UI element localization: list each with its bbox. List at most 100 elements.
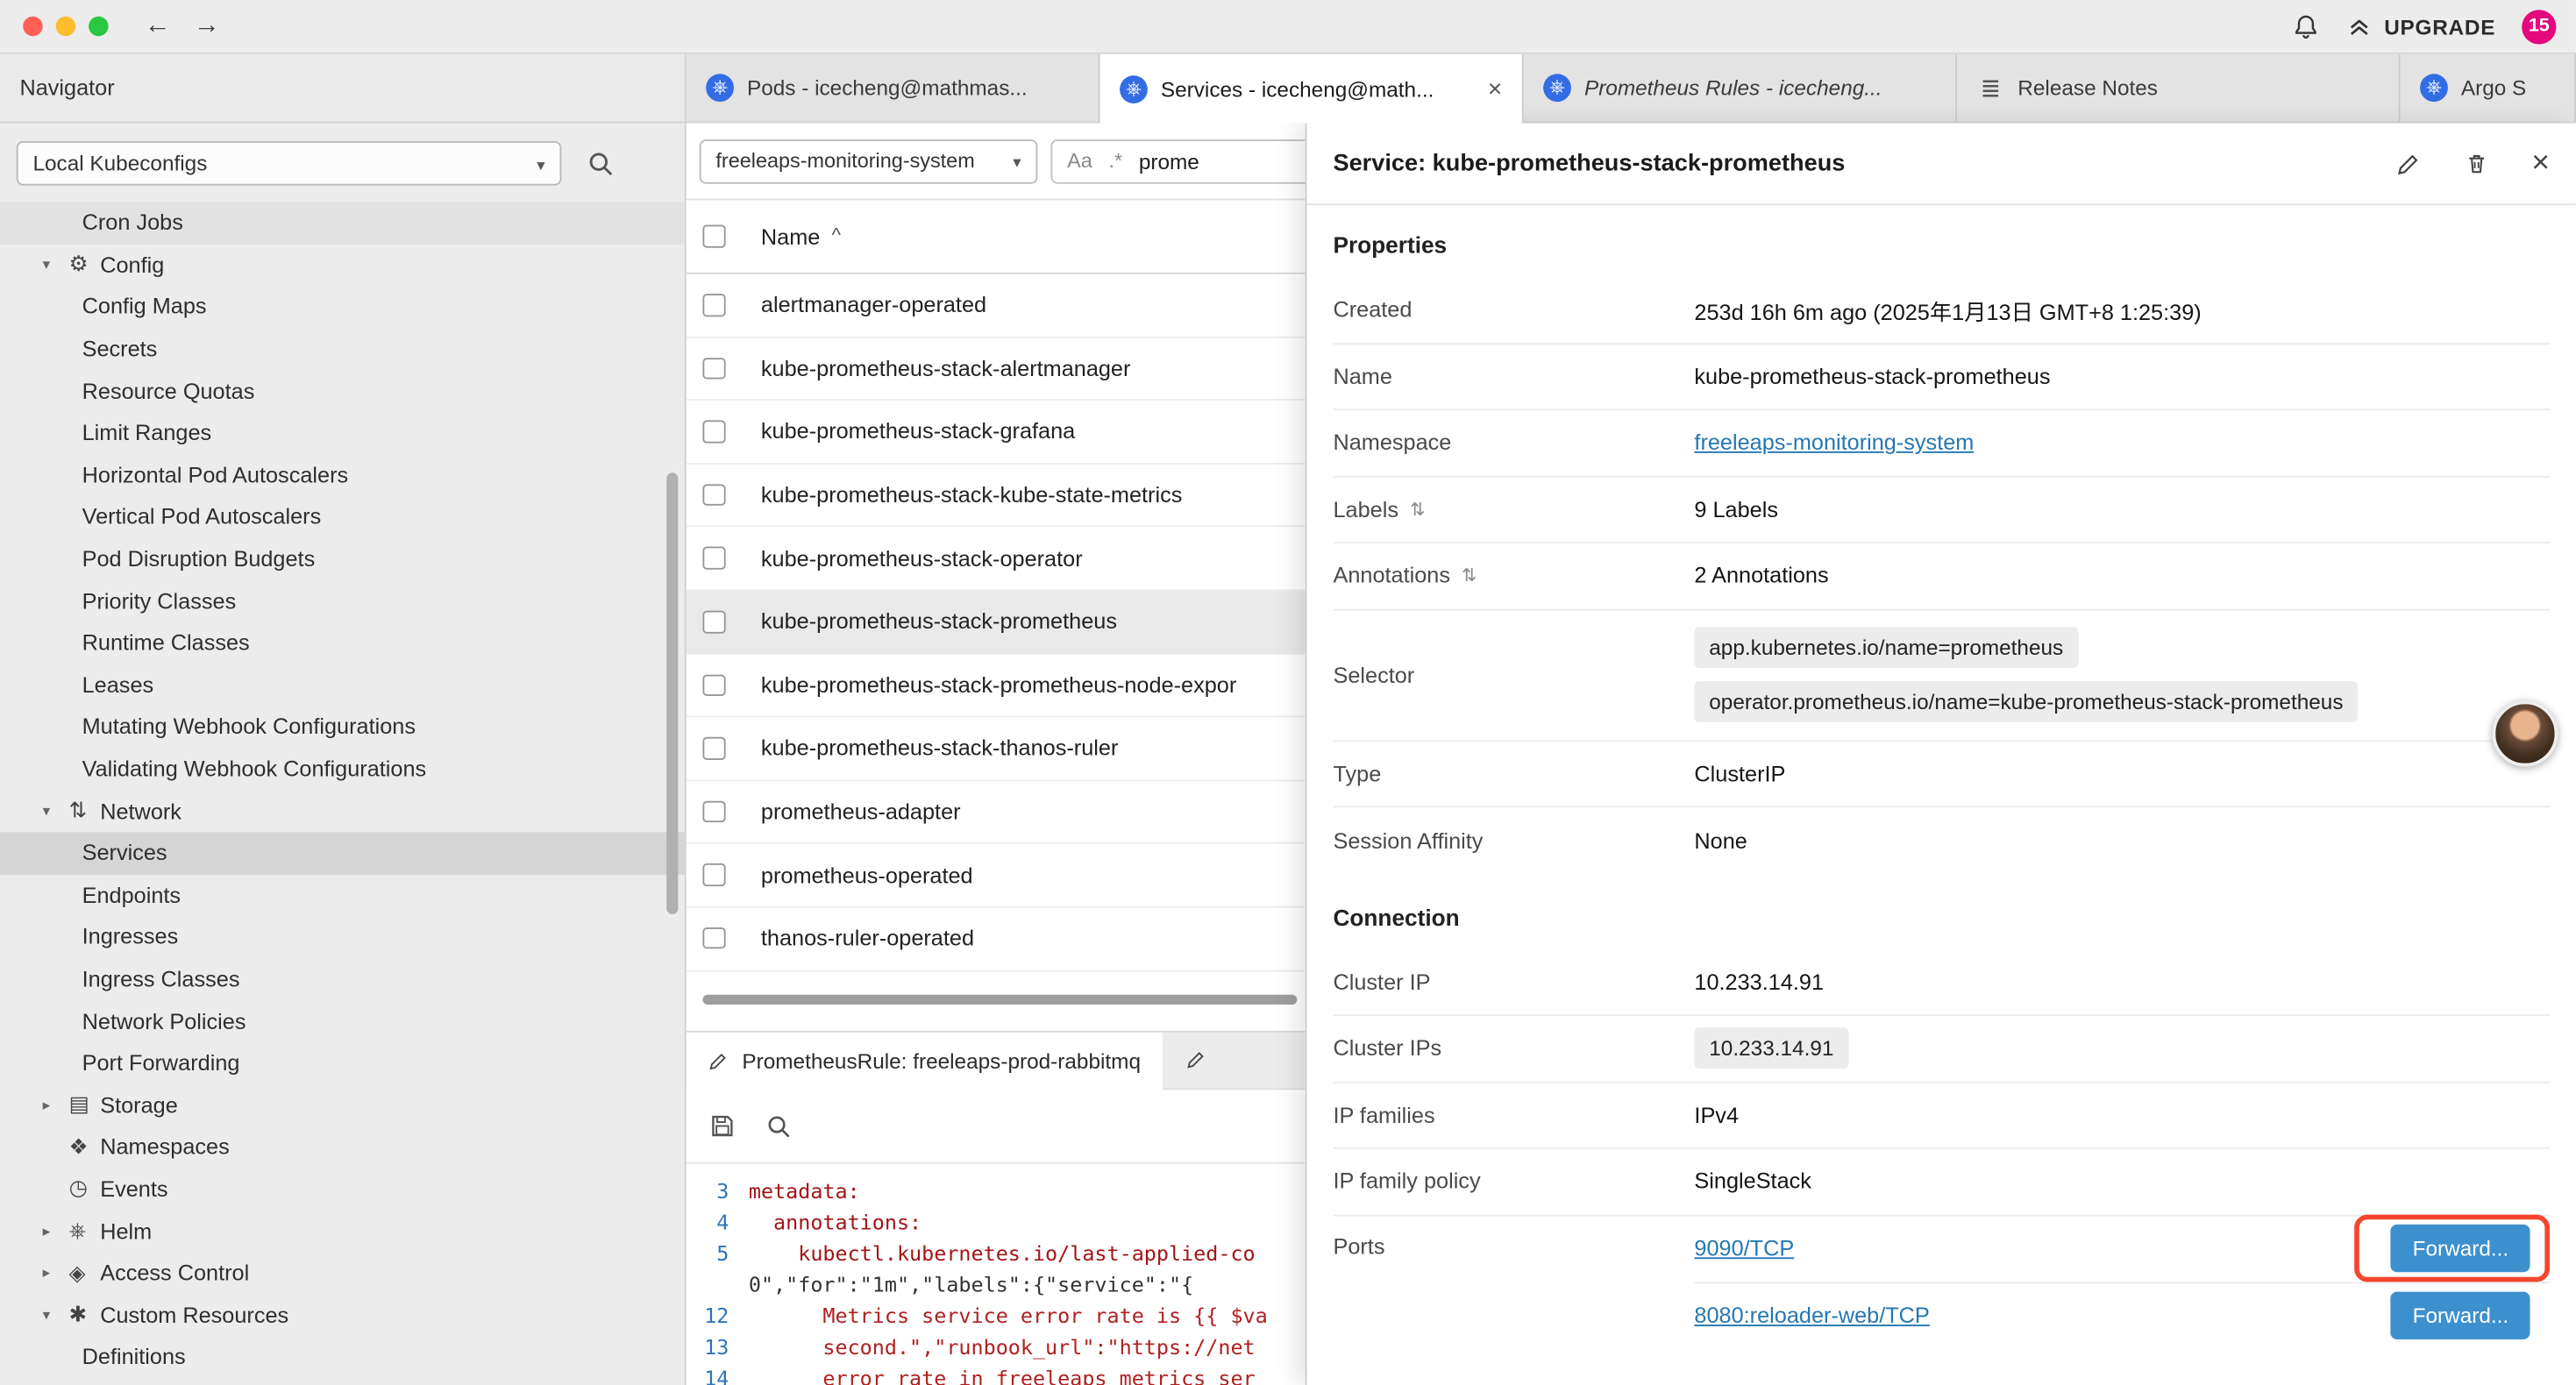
sidebar-item-namespaces[interactable]: ❖ Namespaces — [0, 1126, 685, 1168]
sidebar-item-validating-webhook-configurations[interactable]: Validating Webhook Configurations — [0, 748, 685, 790]
table-row[interactable]: prometheus-adapter — [687, 781, 1306, 844]
sidebar-search-icon[interactable] — [574, 138, 623, 187]
sidebar-scrollbar[interactable] — [666, 472, 678, 914]
table-row[interactable]: kube-prometheus-stack-operator — [687, 528, 1306, 591]
namespace-link[interactable]: freeleaps-monitoring-system — [1694, 430, 1974, 455]
table-row[interactable]: alertmanager-operated — [687, 274, 1306, 337]
back-button[interactable]: ← — [145, 13, 171, 39]
row-checkbox[interactable] — [702, 611, 724, 633]
row-checkbox[interactable] — [702, 484, 724, 506]
tree-chevron-icon[interactable]: ▾ — [43, 802, 69, 820]
kubeconfig-selector[interactable]: Local Kubeconfigs — [17, 140, 562, 185]
sidebar-item-definitions[interactable]: Definitions — [0, 1336, 685, 1378]
sidebar-item-mutating-webhook-configurations[interactable]: Mutating Webhook Configurations — [0, 706, 685, 748]
sidebar-item-port-forwarding[interactable]: Port Forwarding — [0, 1042, 685, 1084]
tree-chevron-icon[interactable]: ▾ — [43, 256, 69, 274]
regex-toggle[interactable]: .* — [1108, 149, 1122, 172]
table-row[interactable]: kube-prometheus-stack-grafana — [687, 401, 1306, 464]
tab-pods[interactable]: Pods - icecheng@mathmas... — [687, 54, 1100, 122]
sidebar-item-custom-resources[interactable]: ▾ ✱ Custom Resources — [0, 1294, 685, 1336]
table-row[interactable]: thanos-ruler-operated — [687, 907, 1306, 970]
sidebar-item-vertical-pod-autoscalers[interactable]: Vertical Pod Autoscalers — [0, 496, 685, 538]
row-checkbox[interactable] — [702, 294, 724, 316]
horizontal-scrollbar[interactable] — [702, 994, 1297, 1004]
upgrade-button[interactable]: UPGRADE — [2346, 13, 2495, 39]
forward-button[interactable]: Forward... — [2391, 1291, 2530, 1339]
table-row[interactable]: kube-prometheus-stack-prometheus — [687, 591, 1306, 654]
editor-search-icon[interactable] — [765, 1112, 792, 1139]
sidebar-item-config-maps[interactable]: Config Maps — [0, 286, 685, 328]
sidebar-item-helm[interactable]: ▸ ⎈ Helm — [0, 1211, 685, 1253]
tree-chevron-icon[interactable]: ▸ — [43, 1222, 69, 1240]
table-row[interactable]: prometheus-operated — [687, 844, 1306, 907]
sidebar-item-storage[interactable]: ▸ ▤ Storage — [0, 1084, 685, 1126]
table-row[interactable]: kube-prometheus-stack-kube-state-metrics — [687, 465, 1306, 528]
sidebar-item-network[interactable]: ▾ ⇅ Network — [0, 790, 685, 832]
sidebar-item-pod-disruption-budgets[interactable]: Pod Disruption Budgets — [0, 538, 685, 580]
row-checkbox[interactable] — [702, 927, 724, 949]
table-row[interactable]: kube-prometheus-stack-thanos-ruler — [687, 718, 1306, 781]
expand-annotations-icon[interactable] — [1462, 565, 1477, 586]
document-icon — [1976, 74, 2004, 102]
sidebar-item-leases[interactable]: Leases — [0, 664, 685, 706]
tab-services[interactable]: Services - icecheng@math... — [1100, 54, 1524, 124]
zoom-window-button[interactable] — [89, 17, 108, 36]
sidebar-item-endpoints[interactable]: Endpoints — [0, 874, 685, 916]
table-row[interactable]: kube-prometheus-stack-prometheus-node-ex… — [687, 654, 1306, 717]
sort-ascending-icon[interactable] — [831, 224, 841, 246]
match-case-toggle[interactable]: Aa — [1067, 149, 1092, 172]
tab-prometheus-rules[interactable]: Prometheus Rules - icecheng... — [1524, 54, 1957, 122]
tab-label: Services - icecheng@math... — [1161, 76, 1434, 101]
row-checkbox[interactable] — [702, 864, 724, 886]
select-all-checkbox[interactable] — [702, 225, 724, 247]
tab-argo[interactable]: Argo S — [2401, 54, 2576, 122]
tree-chevron-icon[interactable]: ▸ — [43, 1264, 69, 1282]
namespace-selector[interactable]: freeleaps-monitoring-system — [700, 138, 1038, 183]
sidebar-item-secrets[interactable]: Secrets — [0, 328, 685, 370]
tab-release-notes[interactable]: Release Notes — [1957, 54, 2401, 122]
notification-badge[interactable]: 15 — [2522, 9, 2556, 43]
forward-button[interactable]: Forward... — [2391, 1225, 2530, 1272]
sidebar-item-ingresses[interactable]: Ingresses — [0, 916, 685, 958]
row-checkbox[interactable] — [702, 674, 724, 696]
editor-tab-partial[interactable] — [1162, 1032, 1228, 1088]
delete-icon[interactable] — [2464, 151, 2488, 175]
close-window-button[interactable] — [23, 17, 42, 36]
save-icon[interactable] — [709, 1112, 736, 1139]
table-row[interactable]: kube-prometheus-stack-alertmanager — [687, 337, 1306, 401]
sidebar-item-events[interactable]: ◷ Events — [0, 1168, 685, 1211]
sidebar-item-resource-quotas[interactable]: Resource Quotas — [0, 370, 685, 412]
expand-labels-icon[interactable] — [1410, 499, 1425, 520]
forward-button[interactable]: → — [194, 13, 220, 39]
sidebar-item-cron-jobs[interactable]: Cron Jobs — [0, 202, 685, 244]
row-checkbox[interactable] — [702, 421, 724, 443]
row-checkbox[interactable] — [702, 358, 724, 380]
sidebar-item-ingress-classes[interactable]: Ingress Classes — [0, 958, 685, 1000]
sidebar-item-priority-classes[interactable]: Priority Classes — [0, 580, 685, 622]
name-column-header[interactable]: Name — [761, 224, 820, 249]
minimize-window-button[interactable] — [56, 17, 75, 36]
service-name: kube-prometheus-stack-prometheus-node-ex… — [761, 672, 1236, 697]
tree-chevron-icon[interactable]: ▸ — [43, 1096, 69, 1114]
search-input[interactable]: Aa .* prome — [1050, 138, 1305, 183]
sidebar-item-access-control[interactable]: ▸ ◈ Access Control — [0, 1252, 685, 1294]
sidebar-item-horizontal-pod-autoscalers[interactable]: Horizontal Pod Autoscalers — [0, 454, 685, 496]
port-link[interactable]: 9090/TCP — [1694, 1236, 1794, 1261]
tree-chevron-icon[interactable]: ▾ — [43, 1306, 69, 1325]
sidebar-item-network-policies[interactable]: Network Policies — [0, 1000, 685, 1042]
row-checkbox[interactable] — [702, 737, 724, 759]
avatar[interactable] — [2492, 701, 2558, 767]
notifications-bell-icon[interactable] — [2292, 12, 2320, 40]
close-icon[interactable] — [2531, 148, 2550, 180]
row-checkbox[interactable] — [702, 547, 724, 569]
sidebar-item-limit-ranges[interactable]: Limit Ranges — [0, 412, 685, 454]
sidebar-item-config[interactable]: ▾ ⚙ Config — [0, 244, 685, 286]
row-checkbox[interactable] — [702, 800, 724, 822]
sidebar-item-runtime-classes[interactable]: Runtime Classes — [0, 622, 685, 664]
close-tab-icon[interactable] — [1488, 75, 1502, 103]
editor-tab[interactable]: PrometheusRule: freeleaps-prod-rabbitmq — [687, 1032, 1163, 1090]
edit-icon[interactable] — [2395, 150, 2422, 176]
sidebar-item-services[interactable]: Services — [0, 832, 685, 874]
port-link[interactable]: 8080:reloader-web/TCP — [1694, 1303, 1929, 1327]
yaml-editor[interactable]: 3 metadata: 4 annotations: 5 kubectl.kub… — [687, 1163, 1306, 1385]
